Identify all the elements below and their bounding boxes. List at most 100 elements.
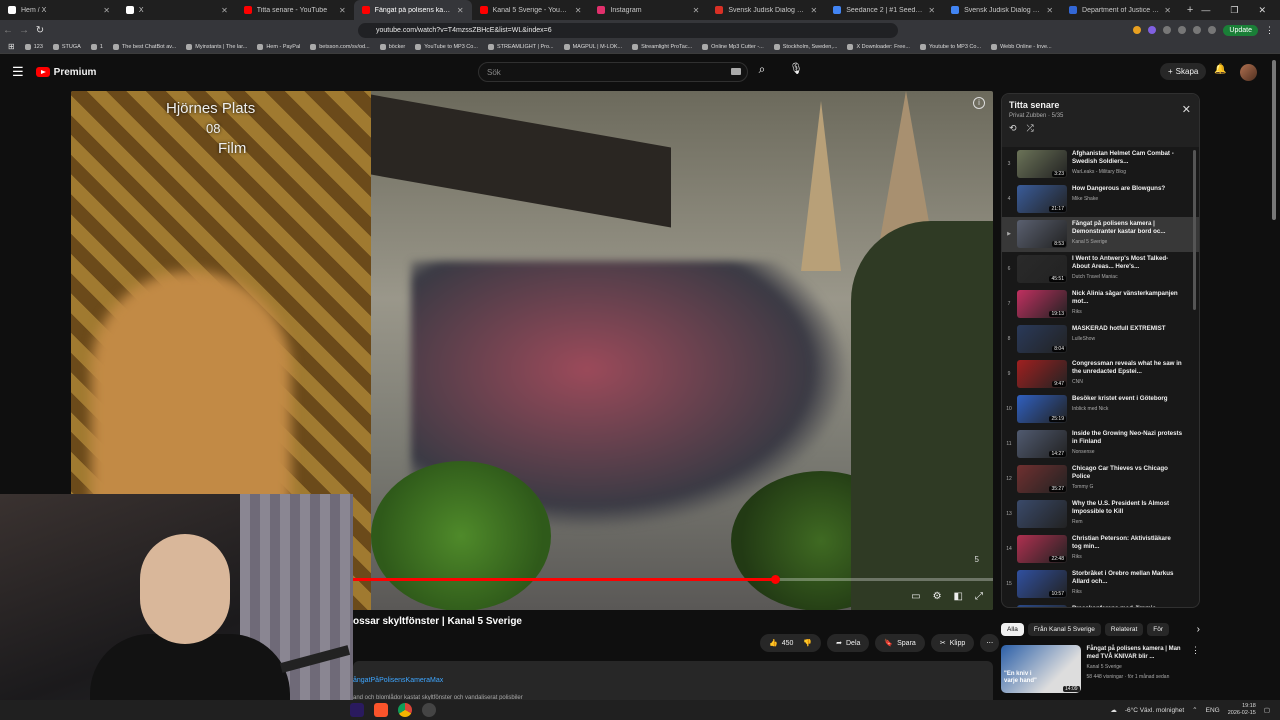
- playlist-item[interactable]: 7 19:13 Nick Alinia sågar vänsterkampanj…: [1002, 287, 1199, 322]
- browser-tab[interactable]: Hem / X ✕: [0, 0, 118, 20]
- info-icon[interactable]: i: [973, 97, 985, 109]
- new-tab-icon[interactable]: +: [1179, 4, 1201, 16]
- tab-close-icon[interactable]: ✕: [221, 6, 228, 15]
- playlist-item[interactable]: 12 35:27 Chicago Car Thieves vs Chicago …: [1002, 462, 1199, 497]
- maximize-icon[interactable]: ❐: [1230, 5, 1238, 16]
- bookmark-item[interactable]: 123: [24, 43, 43, 50]
- extension-icon[interactable]: [1178, 26, 1187, 34]
- bookmark-item[interactable]: YouTube to MP3 Co...: [415, 43, 478, 50]
- bookmark-item[interactable]: Webb Online - Inve...: [991, 43, 1052, 50]
- bookmark-item[interactable]: 1: [90, 43, 103, 50]
- browser-tab[interactable]: Fångat på polisens kamera ✕: [353, 0, 472, 20]
- brave-app-icon[interactable]: [374, 703, 388, 717]
- bookmark-item[interactable]: betsson.com/sv/od...: [310, 43, 370, 50]
- playlist-thumbnail[interactable]: 3:23: [1017, 150, 1067, 178]
- bookmark-item[interactable]: Hem - PayPal: [257, 43, 300, 50]
- playlist-item[interactable]: 14 22:48 Christian Peterson: Aktivistläk…: [1002, 532, 1199, 567]
- premiere-app-icon[interactable]: [350, 703, 364, 717]
- tab-close-icon[interactable]: ✕: [811, 6, 818, 15]
- progress-bar[interactable]: [351, 575, 993, 584]
- weather-text[interactable]: -6°C Växl. molnighet: [1125, 707, 1184, 714]
- extension-icon[interactable]: [1193, 26, 1202, 34]
- avatar[interactable]: [1240, 64, 1257, 81]
- playlist-scrollbar[interactable]: [1193, 150, 1196, 310]
- filter-chip[interactable]: För: [1147, 622, 1170, 636]
- save-button[interactable]: 🔖 Spara: [875, 634, 925, 652]
- recommended-video[interactable]: "En kniv i varje hand" 14:09 Fångat på p…: [1001, 645, 1200, 697]
- clock[interactable]: 19:18 2026-02-15: [1228, 703, 1256, 717]
- playlist-thumbnail[interactable]: 8:04: [1017, 325, 1067, 353]
- bookmark-item[interactable]: Stockholm, Sweden,...: [773, 43, 837, 50]
- clip-button[interactable]: ✂ Klipp: [930, 634, 975, 652]
- playlist-item[interactable]: 6 45:51 I Went to Antwerp's Most Talked-…: [1002, 252, 1199, 287]
- chevron-right-icon[interactable]: ›: [1197, 624, 1200, 635]
- filter-chip[interactable]: Alla: [1001, 622, 1024, 636]
- app-icon[interactable]: [422, 703, 436, 717]
- thumbs-down-icon[interactable]: 👎: [803, 639, 812, 647]
- kebab-menu-icon[interactable]: ⋮: [1265, 25, 1274, 36]
- tray-expand-icon[interactable]: ⌃: [1192, 706, 1197, 714]
- tab-close-icon[interactable]: ✕: [575, 6, 582, 15]
- recommended-thumbnail[interactable]: "En kniv i varje hand" 14:09: [1001, 645, 1081, 693]
- bookmark-item[interactable]: Youtube to MP3 Co...: [919, 43, 981, 50]
- hashtag-link[interactable]: ångatPåPolisensKameraMax: [353, 677, 443, 684]
- playlist-thumbnail[interactable]: 25:19: [1017, 395, 1067, 423]
- playlist-thumbnail[interactable]: [1017, 500, 1067, 528]
- playlist-thumbnail[interactable]: 9:47: [1017, 360, 1067, 388]
- extension-icon[interactable]: [1133, 26, 1142, 34]
- bookmark-item[interactable]: The best ChatBot av...: [112, 43, 176, 50]
- playlist-thumbnail[interactable]: 22:48: [1017, 535, 1067, 563]
- browser-tab[interactable]: Kanal 5 Sverige - YouTube ✕: [472, 0, 590, 20]
- search-input[interactable]: Sök: [478, 62, 748, 82]
- chrome-app-icon[interactable]: [398, 703, 412, 717]
- playlist-item[interactable]: 9 9:47 Congressman reveals what he saw i…: [1002, 357, 1199, 392]
- bookmark-item[interactable]: X Downloader: Free...: [847, 43, 910, 50]
- extension-icon[interactable]: [1148, 26, 1157, 34]
- lang-indicator[interactable]: ENG: [1206, 707, 1220, 714]
- scrubber-handle[interactable]: [770, 575, 780, 584]
- bookmark-item[interactable]: böcker: [379, 43, 405, 50]
- playlist-item[interactable]: 3 3:23 Afghanistan Helmet Cam Combat - S…: [1002, 147, 1199, 182]
- playlist-thumbnail[interactable]: 10:57: [1017, 570, 1067, 598]
- playlist-thumbnail[interactable]: 35:27: [1017, 465, 1067, 493]
- reload-icon[interactable]: ↻: [32, 25, 48, 36]
- bookmark-item[interactable]: MAGPUL | M-LOK...: [563, 43, 622, 50]
- update-button[interactable]: Update: [1223, 24, 1258, 36]
- search-icon[interactable]: ⌕: [752, 62, 772, 82]
- create-button[interactable]: + Skapa: [1160, 63, 1207, 80]
- subtitles-icon[interactable]: ▭: [911, 591, 920, 602]
- minimize-icon[interactable]: —: [1201, 5, 1210, 16]
- playlist-thumbnail[interactable]: 45:51: [1017, 255, 1067, 283]
- tab-close-icon[interactable]: ✕: [928, 6, 935, 15]
- loop-icon[interactable]: ⟲: [1009, 123, 1017, 134]
- playlist-item[interactable]: 11 14:27 Inside the Growing Neo-Nazi pro…: [1002, 427, 1199, 462]
- recommended-title[interactable]: Fångat på polisens kamera | Man med TVÅ …: [1087, 645, 1185, 661]
- playlist-item[interactable]: 8 8:04 MASKERAD hotfull EXTREMIST LulleSh…: [1002, 322, 1199, 357]
- playlist-thumbnail[interactable]: 19:13: [1017, 290, 1067, 318]
- share-button[interactable]: ➦ Dela: [827, 634, 870, 652]
- bookmark-item[interactable]: STREAMLIGHT | Pro...: [487, 43, 554, 50]
- browser-tab[interactable]: Svensk Judisk Dialog - Google Sea ✕: [943, 0, 1061, 20]
- browser-tab[interactable]: Svensk Judisk Dialog kampanjar fö ✕: [707, 0, 825, 20]
- tab-close-icon[interactable]: ✕: [339, 6, 346, 15]
- extension-icon[interactable]: [1163, 26, 1172, 34]
- tab-close-icon[interactable]: ✕: [457, 6, 464, 15]
- filter-chip[interactable]: Relaterat: [1104, 622, 1144, 636]
- playlist-thumbnail[interactable]: 8:53: [1017, 220, 1067, 248]
- playlist-item[interactable]: 10 25:19 Besöker kristet event i Götebor…: [1002, 392, 1199, 427]
- back-icon[interactable]: ←: [0, 25, 16, 36]
- playlist-thumbnail[interactable]: 21:17: [1017, 185, 1067, 213]
- playlist-item[interactable]: 13 Why the U.S. President Is Almost Impo…: [1002, 497, 1199, 532]
- tab-close-icon[interactable]: ✕: [1046, 6, 1053, 15]
- kebab-menu-icon[interactable]: ⋮: [1191, 645, 1200, 697]
- playlist-item[interactable]: 15 10:57 Storbråket i Örebro mellan Mark…: [1002, 567, 1199, 602]
- browser-tab[interactable]: X ✕: [118, 0, 236, 20]
- extension-icon[interactable]: [1208, 26, 1217, 34]
- tab-close-icon[interactable]: ✕: [1164, 6, 1171, 15]
- settings-gear-icon[interactable]: ⚙: [933, 591, 942, 602]
- browser-tab[interactable]: Titta senare - YouTube ✕: [236, 0, 354, 20]
- tab-close-icon[interactable]: ✕: [693, 6, 700, 15]
- playlist-title[interactable]: Titta senare: [1009, 100, 1192, 110]
- forward-icon[interactable]: →: [16, 25, 32, 36]
- playlist-thumbnail[interactable]: 14:27: [1017, 430, 1067, 458]
